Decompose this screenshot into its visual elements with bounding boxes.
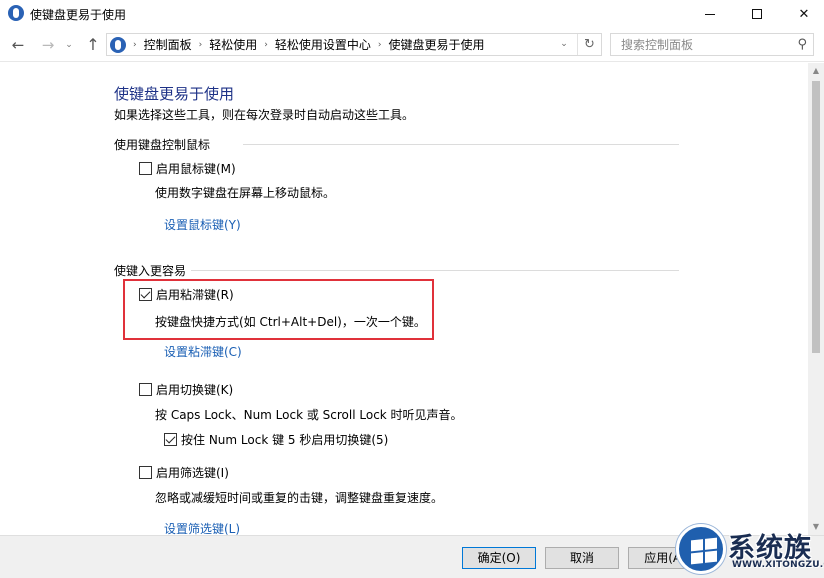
cancel-button[interactable]: 取消 [545,547,619,569]
main-content: 使键盘更易于使用 如果选择这些工具，则在每次登录时自动启动这些工具。 使用键盘控… [0,63,808,535]
watermark: 系统族 WWW.XITONGZU.COM [676,522,824,578]
checkbox-box-checked[interactable] [164,433,177,446]
mouse-keys-description: 使用数字键盘在屏幕上移动鼠标。 [155,186,336,200]
minimize-button[interactable] [687,0,733,28]
setup-sticky-keys-link[interactable]: 设置粘滞键(C) [164,343,242,360]
maximize-button[interactable] [734,0,780,28]
chevron-right-icon[interactable]: › [378,40,382,50]
filter-keys-checkbox[interactable]: 启用筛选键(I) [139,464,229,481]
scrollbar-thumb[interactable] [812,81,820,353]
filter-keys-label: 启用筛选键(I) [156,466,229,480]
mouse-keys-checkbox[interactable]: 启用鼠标键(M) [139,160,236,177]
vertical-scrollbar[interactable]: ▲ ▼ [808,63,824,535]
ease-of-access-icon [110,36,126,53]
toggle-keys-label: 启用切换键(K) [156,383,234,397]
section-divider [243,144,679,145]
windows-logo-icon [676,524,726,574]
page-description: 如果选择这些工具，则在每次登录时自动启动这些工具。 [114,108,415,122]
navigation-bar: ← → ⌄ ↑ › 控制面板 › 轻松使用 › 轻松使用设置中心 › 使键盘更易… [0,28,824,62]
address-history-chevron-icon[interactable]: ⌄ [555,34,573,55]
window-title: 使键盘更易于使用 [30,8,127,22]
checkbox-box[interactable] [139,466,152,479]
breadcrumb-ease-of-access[interactable]: 轻松使用 [209,36,257,53]
maximize-icon [752,9,762,19]
filter-keys-description: 忽略或减缓短时间或重复的击键，调整键盘重复速度。 [155,491,444,505]
breadcrumb-control-panel[interactable]: 控制面板 [144,36,192,53]
ok-button[interactable]: 确定(O) [462,547,536,569]
watermark-url: WWW.XITONGZU.COM [732,560,824,570]
setup-mouse-keys-link[interactable]: 设置鼠标键(Y) [164,216,241,233]
sticky-keys-checkbox[interactable]: 启用粘滞键(R) [139,286,234,303]
toggle-keys-description: 按 Caps Lock、Num Lock 或 Scroll Lock 时听见声音… [155,408,463,422]
refresh-icon[interactable]: ↻ [577,34,601,55]
chevron-right-icon[interactable]: › [199,40,203,50]
forward-arrow-icon[interactable]: → [38,35,58,55]
minimize-icon [705,13,715,15]
num-lock-hold-checkbox[interactable]: 按住 Num Lock 键 5 秒启用切换键(5) [164,431,388,448]
section-heading-mouse: 使用键盘控制鼠标 [114,138,211,152]
chevron-right-icon[interactable]: › [264,40,268,50]
close-button[interactable]: ✕ [781,0,824,28]
chevron-right-icon: › [133,39,137,50]
search-input[interactable] [611,34,781,55]
scroll-up-arrow-icon[interactable]: ▲ [808,63,824,79]
up-arrow-icon[interactable]: ↑ [83,35,103,55]
checkbox-box[interactable] [139,162,152,175]
mouse-keys-label: 启用鼠标键(M) [156,162,236,176]
toggle-keys-checkbox[interactable]: 启用切换键(K) [139,381,233,398]
sticky-keys-description: 按键盘快捷方式(如 Ctrl+Alt+Del)，一次一个键。 [155,315,426,329]
title-bar: 使键盘更易于使用 ✕ [0,0,824,28]
setup-filter-keys-link[interactable]: 设置筛选键(L) [164,520,240,535]
ease-of-access-icon [8,5,24,21]
section-heading-typing: 使键入更容易 [114,264,187,278]
recent-locations-chevron-icon[interactable]: ⌄ [62,35,76,55]
section-divider [191,270,679,271]
checkbox-box-checked[interactable] [139,288,152,301]
back-arrow-icon[interactable]: ← [8,35,28,55]
checkbox-box[interactable] [139,383,152,396]
breadcrumb-current-page[interactable]: 使键盘更易于使用 [388,36,484,53]
sticky-keys-label: 启用粘滞键(R) [156,288,234,302]
search-icon[interactable]: ⚲ [797,37,807,52]
address-bar[interactable]: › 控制面板 › 轻松使用 › 轻松使用设置中心 › 使键盘更易于使用 ⌄ ↻ [106,33,602,56]
num-lock-hold-label: 按住 Num Lock 键 5 秒启用切换键(5) [181,433,389,447]
breadcrumb-ease-of-access-center[interactable]: 轻松使用设置中心 [275,36,371,53]
close-icon: ✕ [798,6,810,22]
search-box[interactable]: ⚲ [610,33,814,56]
page-title: 使键盘更易于使用 [114,85,235,103]
